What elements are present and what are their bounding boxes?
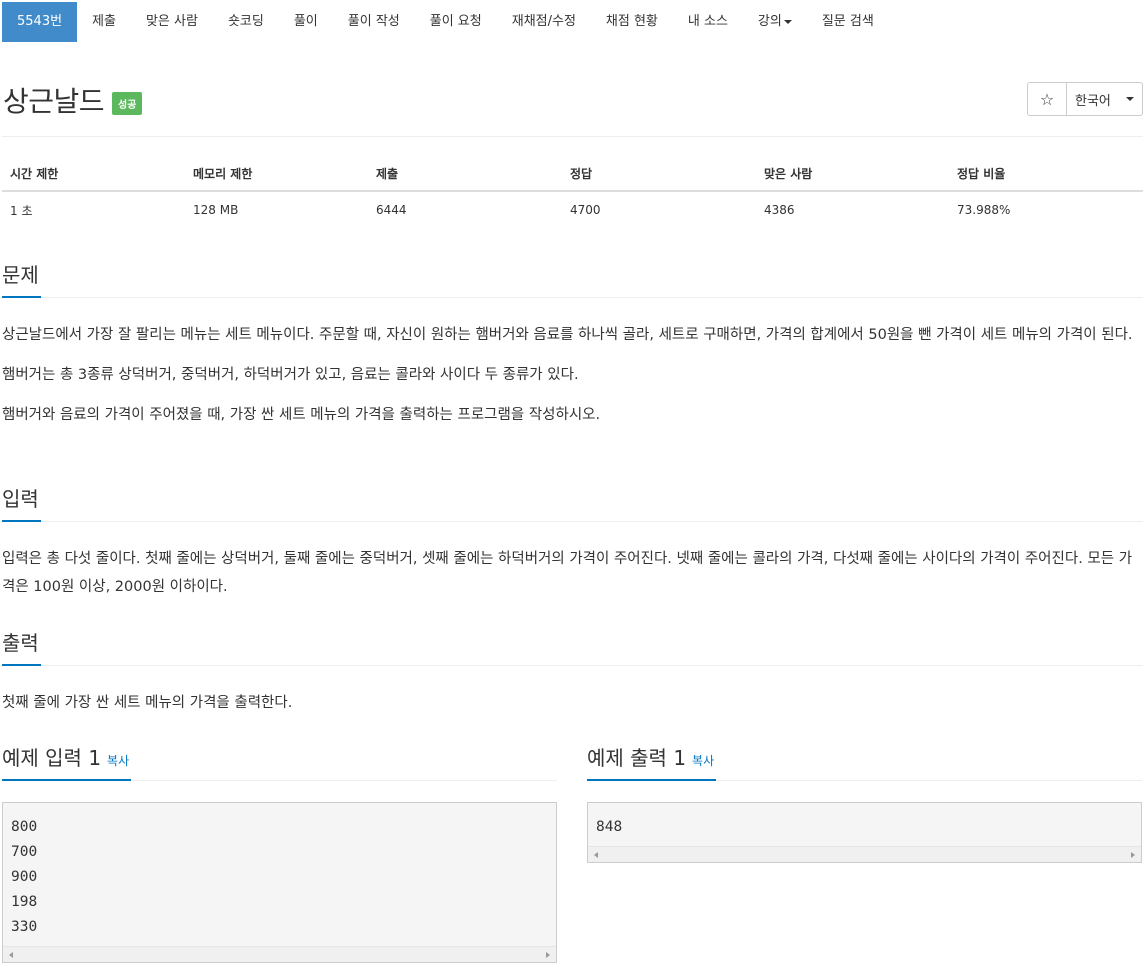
output-description: 첫째 줄에 가장 싼 세트 메뉴의 가격을 출력한다. bbox=[2, 689, 1140, 717]
sample-output-title: 예제 출력 1 bbox=[587, 746, 687, 770]
tab-solved-users[interactable]: 맞은 사람 bbox=[131, 2, 213, 42]
sample-input-box[interactable]: 800 700 900 198 330 bbox=[2, 802, 557, 963]
time-limit-value: 1 초 bbox=[10, 203, 33, 218]
sample-input-heading: 예제 입력 1 복사 bbox=[2, 742, 132, 781]
sample-output-text: 848 bbox=[596, 819, 623, 835]
horizontal-scrollbar[interactable] bbox=[588, 846, 1141, 862]
sample-output-heading: 예제 출력 1 복사 bbox=[587, 742, 717, 781]
scroll-left-icon[interactable] bbox=[9, 952, 13, 958]
tab-lectures-label: 강의 bbox=[757, 14, 782, 29]
star-icon: ☆ bbox=[1039, 89, 1055, 109]
output-section-title: 출력 bbox=[2, 627, 41, 666]
section-divider bbox=[2, 521, 1143, 522]
accepted-value: 4700 bbox=[570, 203, 601, 217]
memory-limit-value: 128 MB bbox=[193, 203, 239, 217]
problem-description: 상근날드에서 가장 잘 팔리는 메뉴는 세트 메뉴이다. 주문할 때, 자신이 … bbox=[2, 321, 1140, 429]
sample-input-text: 800 700 900 198 330 bbox=[11, 819, 38, 935]
solved-users-value: 4386 bbox=[764, 203, 795, 217]
problem-section-title: 문제 bbox=[2, 259, 41, 298]
header-solved-users: 맞은 사람 bbox=[756, 156, 949, 192]
header-accepted: 정답 bbox=[562, 156, 756, 192]
tab-submit[interactable]: 제출 bbox=[77, 2, 131, 42]
input-description: 입력은 총 다섯 줄이다. 첫째 줄에는 상덕버거, 둘째 줄에는 중덕버거, … bbox=[2, 545, 1140, 601]
tab-lectures-dropdown[interactable]: 강의 bbox=[743, 2, 807, 42]
caret-down-icon bbox=[1126, 97, 1134, 101]
tab-solutions[interactable]: 풀이 bbox=[279, 2, 333, 42]
header-memory-limit: 메모리 제한 bbox=[185, 156, 368, 192]
scroll-right-icon[interactable] bbox=[546, 952, 550, 958]
table-header-row: 시간 제한 메모리 제한 제출 정답 맞은 사람 정답 비율 bbox=[2, 156, 1143, 192]
favorite-button[interactable]: ☆ bbox=[1027, 82, 1067, 116]
problem-info-table: 시간 제한 메모리 제한 제출 정답 맞은 사람 정답 비율 1 초 128 M… bbox=[2, 156, 1143, 228]
tab-request-solution[interactable]: 풀이 요청 bbox=[415, 2, 497, 42]
sample-output-header: 예제 출력 1 복사 bbox=[587, 742, 1142, 781]
language-label: 한국어 bbox=[1075, 93, 1111, 109]
sample-output-box[interactable]: 848 bbox=[587, 802, 1142, 863]
problem-nav-tabs: 5543번 제출 맞은 사람 숏코딩 풀이 풀이 작성 풀이 요청 재채점/수정… bbox=[2, 2, 889, 42]
caret-down-icon bbox=[783, 19, 792, 24]
sample-input-title: 예제 입력 1 bbox=[2, 746, 102, 770]
tab-rejudge[interactable]: 재채점/수정 bbox=[497, 2, 591, 42]
tab-write-solution[interactable]: 풀이 작성 bbox=[333, 2, 415, 42]
scroll-right-icon[interactable] bbox=[1131, 852, 1135, 858]
header-time-limit: 시간 제한 bbox=[2, 156, 185, 192]
output-section-header: 출력 bbox=[2, 627, 1143, 666]
input-paragraph: 입력은 총 다섯 줄이다. 첫째 줄에는 상덕버거, 둘째 줄에는 중덕버거, … bbox=[2, 551, 1133, 595]
tab-problem[interactable]: 5543번 bbox=[2, 2, 78, 42]
section-divider bbox=[2, 665, 1143, 666]
language-dropdown[interactable]: 한국어 bbox=[1067, 82, 1143, 116]
tab-my-source[interactable]: 내 소스 bbox=[673, 2, 743, 42]
scroll-left-icon[interactable] bbox=[594, 852, 598, 858]
problem-paragraph-2: 햄버거는 총 3종류 상덕버거, 중덕버거, 하덕버거가 있고, 음료는 콜라와… bbox=[2, 367, 579, 383]
section-divider bbox=[2, 297, 1143, 298]
output-paragraph: 첫째 줄에 가장 싼 세트 메뉴의 가격을 출력한다. bbox=[2, 695, 293, 711]
input-section-header: 입력 bbox=[2, 483, 1143, 522]
submissions-value: 6444 bbox=[376, 203, 407, 217]
header-submissions: 제출 bbox=[368, 156, 562, 192]
status-badge: 성공 bbox=[112, 91, 143, 115]
tab-question-search[interactable]: 질문 검색 bbox=[807, 2, 889, 42]
problem-paragraph-1: 상근날드에서 가장 잘 팔리는 메뉴는 세트 메뉴이다. 주문할 때, 자신이 … bbox=[2, 327, 1133, 343]
title-button-group: ☆ 한국어 bbox=[1027, 82, 1143, 116]
table-row: 1 초 128 MB 6444 4700 4386 73.988% bbox=[2, 191, 1143, 228]
problem-section-header: 문제 bbox=[2, 259, 1143, 298]
tab-status[interactable]: 채점 현황 bbox=[591, 2, 673, 42]
problem-title: 상근날드 bbox=[3, 85, 105, 118]
tab-short-coding[interactable]: 숏코딩 bbox=[213, 2, 279, 42]
input-section-title: 입력 bbox=[2, 483, 41, 522]
sample-input-header: 예제 입력 1 복사 bbox=[2, 742, 557, 781]
copy-input-button[interactable]: 복사 bbox=[107, 754, 129, 768]
title-divider bbox=[2, 136, 1143, 137]
accept-ratio-value: 73.988% bbox=[957, 203, 1011, 217]
title-row: 상근날드 성공 bbox=[3, 80, 143, 120]
copy-output-button[interactable]: 복사 bbox=[692, 754, 714, 768]
problem-paragraph-3: 햄버거와 음료의 가격이 주어졌을 때, 가장 싼 세트 메뉴의 가격을 출력하… bbox=[2, 407, 601, 423]
header-accept-ratio: 정답 비율 bbox=[949, 156, 1143, 192]
horizontal-scrollbar[interactable] bbox=[3, 946, 556, 962]
